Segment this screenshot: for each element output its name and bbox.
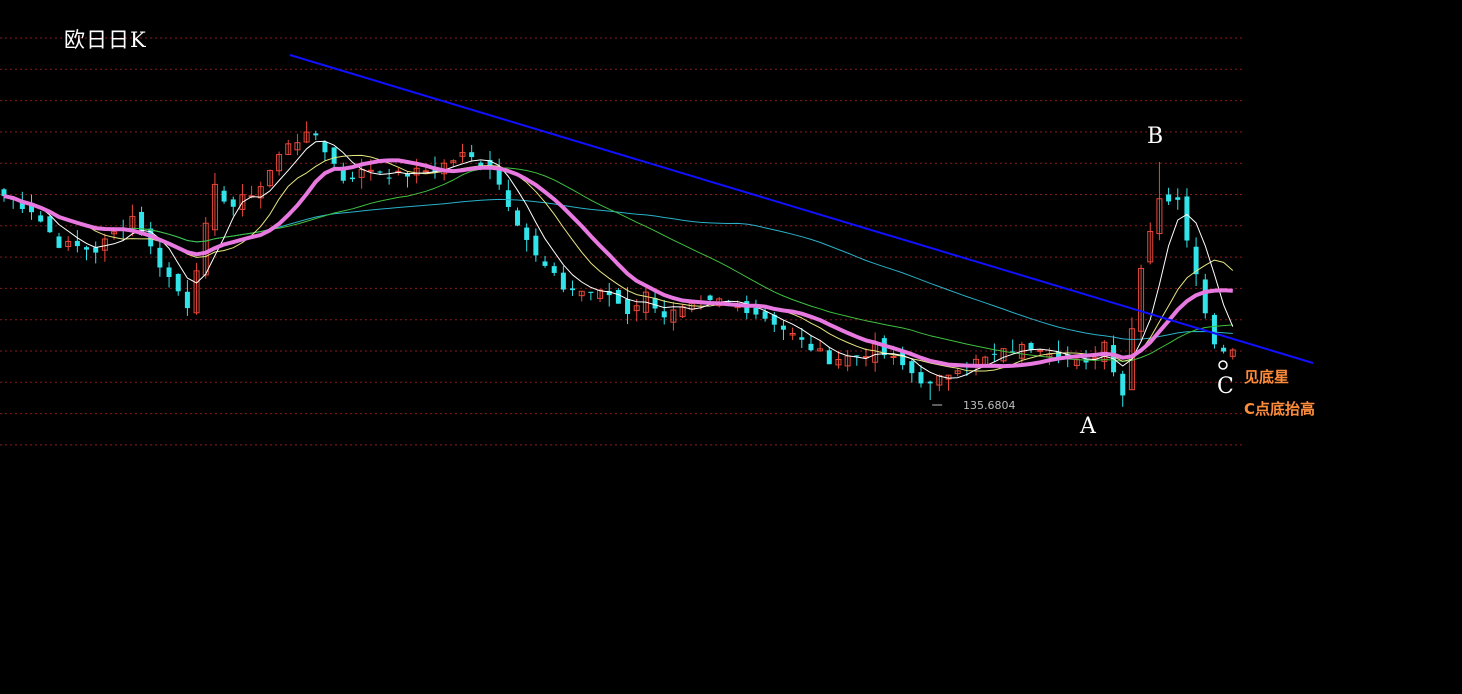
candle-body-up xyxy=(367,169,374,172)
candle-body-down xyxy=(175,273,181,292)
candle-body-up xyxy=(422,170,429,173)
note-c-higher-low: C点底抬高 xyxy=(1244,400,1316,418)
candle-body-down xyxy=(1175,197,1181,200)
candle-body-down xyxy=(588,291,594,293)
candle-body-down xyxy=(230,199,236,207)
candle-body-down xyxy=(74,240,80,247)
candle-body-up xyxy=(1037,349,1044,352)
label-b: B xyxy=(1147,124,1164,149)
candle-body-down xyxy=(349,177,355,180)
low-price-label: 135.6804 xyxy=(963,399,1016,412)
candle-body-up xyxy=(890,356,897,359)
candle-body-down xyxy=(909,361,915,374)
candle-body-down xyxy=(542,261,548,266)
candle-body-down xyxy=(991,353,997,355)
candle-body-down xyxy=(56,236,62,248)
candle-body-down xyxy=(1211,314,1217,345)
ma-cyan-line xyxy=(3,195,1233,340)
candle-body-down xyxy=(854,355,860,357)
chart-canvas xyxy=(0,37,1314,446)
candle-body-down xyxy=(1184,196,1190,241)
candle-body-down xyxy=(652,298,658,309)
candle-body-down xyxy=(1166,194,1172,202)
candle-body-down xyxy=(762,311,768,319)
candle-body-down xyxy=(808,343,814,351)
c-point-circle xyxy=(1218,360,1228,370)
candle-body-down xyxy=(515,210,521,226)
candle-body-down xyxy=(313,133,319,136)
candle-body-down xyxy=(496,168,502,185)
candle-body-down xyxy=(625,299,631,315)
candlestick-chart: 欧日日K B A C 见底星 C点底抬高 135.6804 xyxy=(0,0,1462,690)
candle-body-down xyxy=(38,215,44,222)
candle-body-down xyxy=(570,288,576,291)
label-a: A xyxy=(1080,414,1096,439)
candle-body-down xyxy=(927,381,933,384)
moving-averages xyxy=(3,140,1234,379)
label-c: C xyxy=(1217,374,1234,399)
candle-body-down xyxy=(826,350,832,365)
candle-body-down xyxy=(469,152,475,158)
candle-body-down xyxy=(533,235,539,256)
candle-body-down xyxy=(707,295,713,300)
candle-body-down xyxy=(386,177,392,179)
candle-body-down xyxy=(377,171,383,173)
note-bottom-star: 见底星 xyxy=(1244,368,1290,386)
ma-main-line xyxy=(3,158,1233,369)
candle-body-down xyxy=(166,267,172,277)
candle-body-down xyxy=(1028,342,1034,351)
ma-white-line xyxy=(3,140,1234,379)
candle-body-down xyxy=(1120,373,1126,396)
candle-body-down xyxy=(1202,279,1208,314)
candle-body-down xyxy=(221,190,227,202)
candle-body-down xyxy=(560,272,566,290)
candle-body-down xyxy=(93,247,99,253)
candle-body-down xyxy=(918,372,924,384)
candle-body-down xyxy=(505,190,511,207)
candle-body-down xyxy=(322,141,328,153)
candle-body-down xyxy=(661,311,667,318)
candle-body-down xyxy=(184,291,190,309)
candle-body-down xyxy=(753,307,759,315)
candle-body-down xyxy=(157,247,163,268)
candle-body-down xyxy=(1221,347,1227,352)
candle-body-down xyxy=(84,247,90,250)
candle-body-down xyxy=(47,216,53,233)
candle-body-down xyxy=(524,227,530,240)
candle-body-down xyxy=(615,290,621,304)
candle-body-down xyxy=(331,147,337,164)
gridlines xyxy=(0,37,1245,446)
candle-body-down xyxy=(551,266,557,273)
chart-title: 欧日日K xyxy=(64,28,147,52)
candle-body-down xyxy=(780,325,786,330)
candle-body-down xyxy=(799,337,805,340)
